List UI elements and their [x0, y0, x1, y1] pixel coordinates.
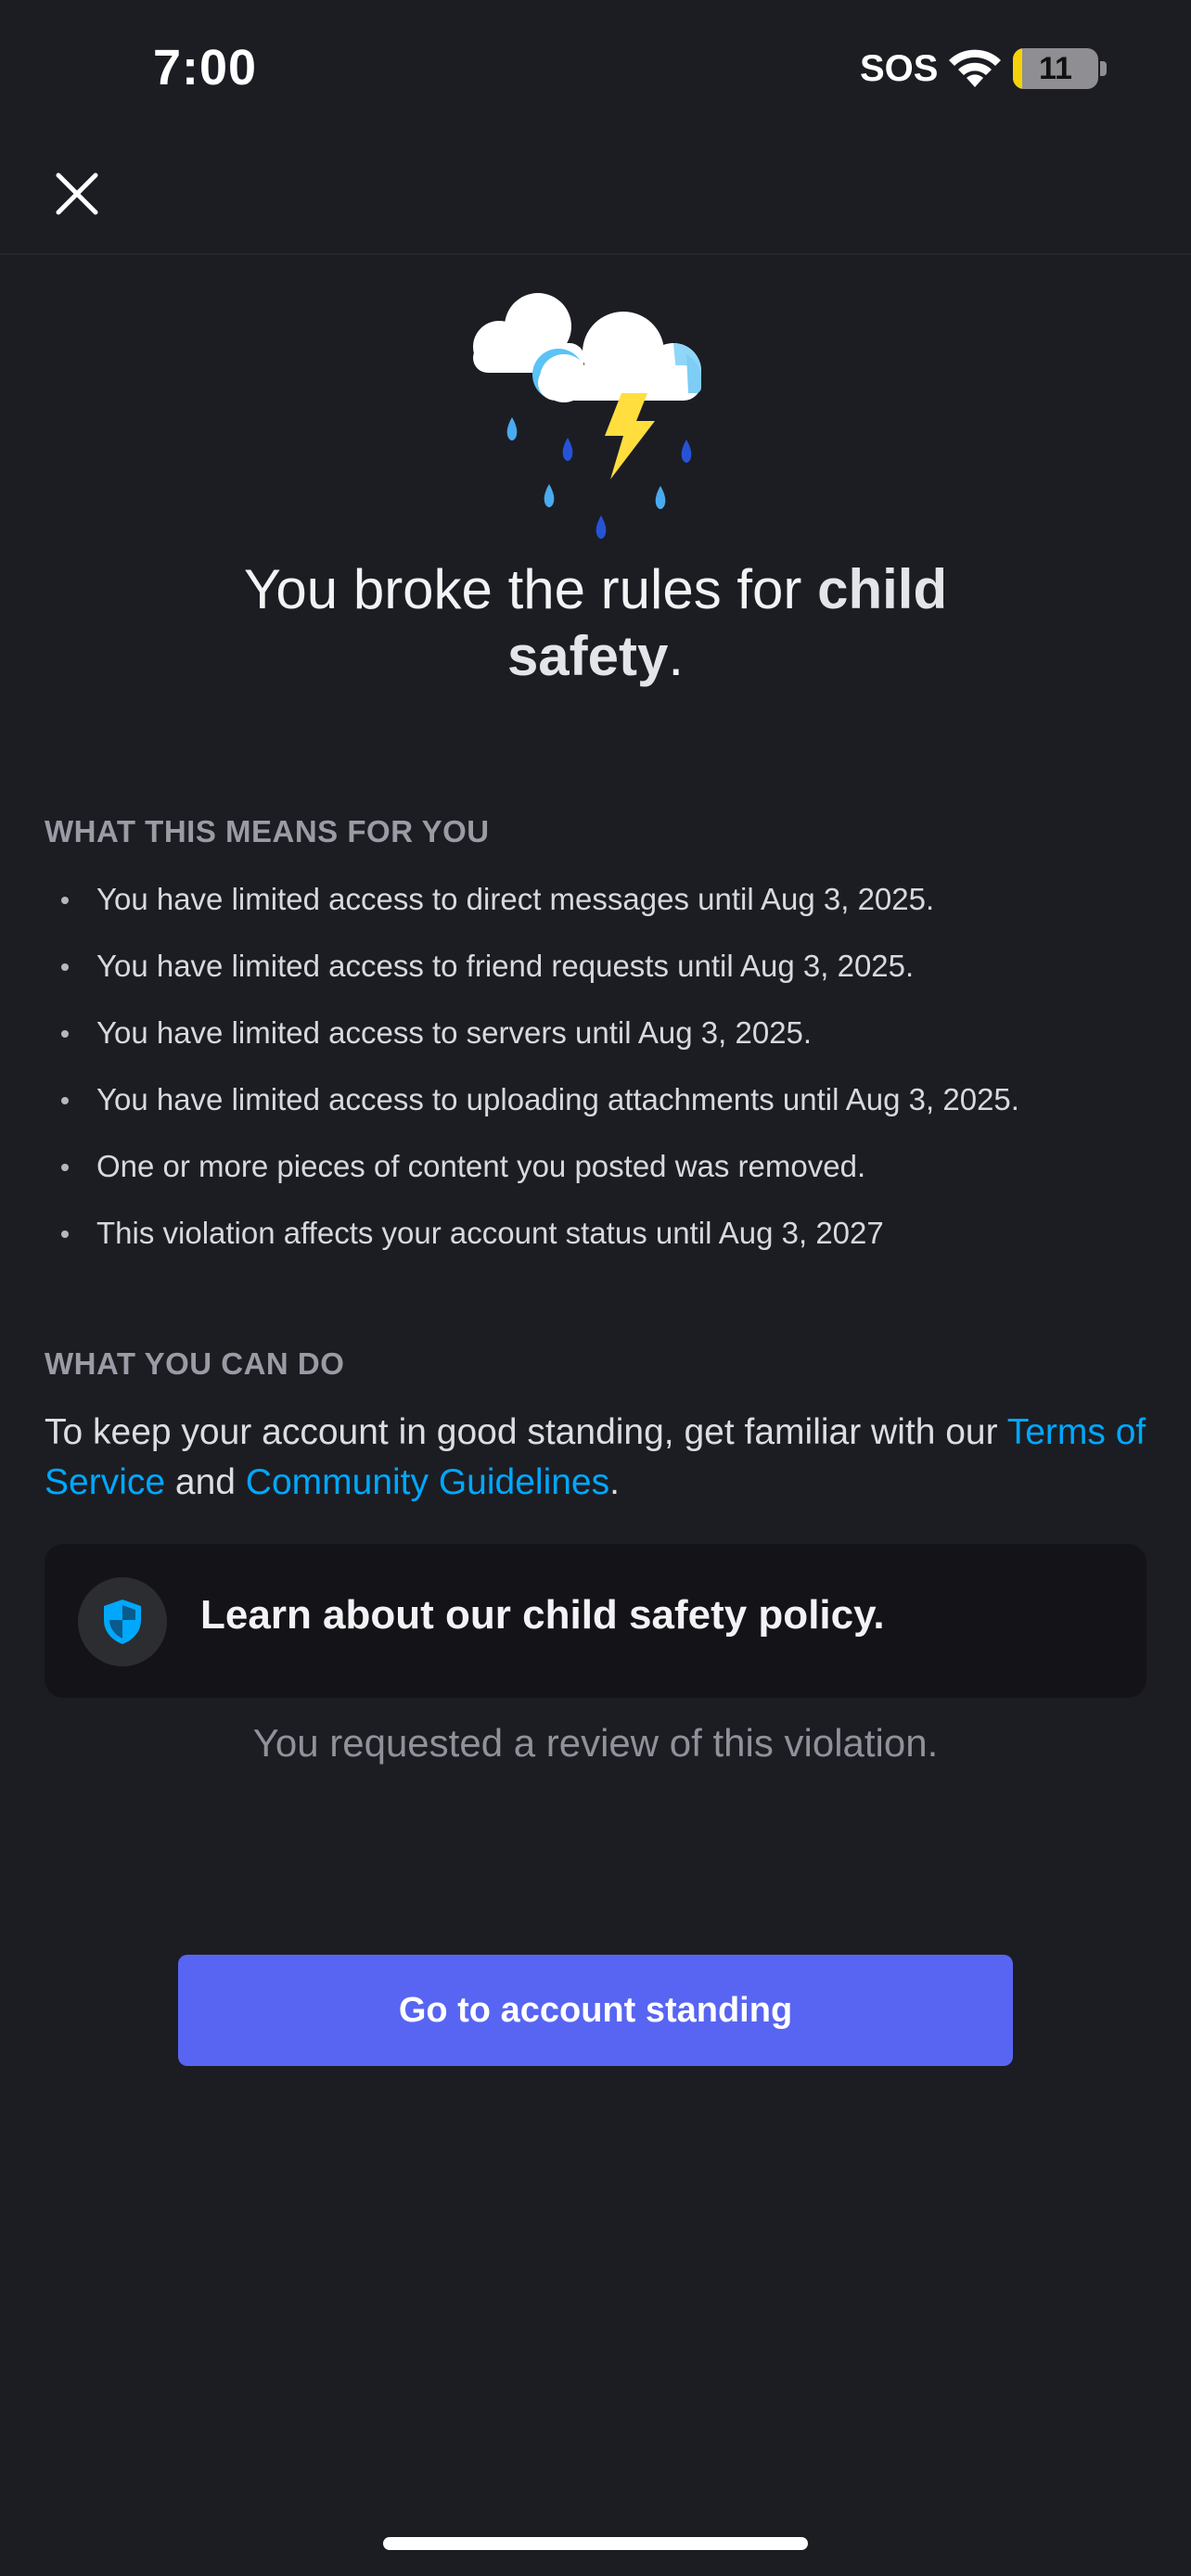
section-heading-means: WHAT THIS MEANS FOR YOU	[45, 814, 490, 848]
list-item: One or more pieces of content you posted…	[45, 1142, 1148, 1209]
list-item: This violation affects your account stat…	[45, 1209, 1148, 1276]
sos-indicator: SOS	[860, 48, 939, 89]
title-suffix: .	[668, 625, 685, 687]
battery-level: 11	[1039, 51, 1072, 86]
close-icon	[56, 172, 98, 215]
guidance-text-middle: and	[165, 1462, 246, 1502]
community-guidelines-link[interactable]: Community Guidelines	[246, 1462, 609, 1502]
account-standing-button[interactable]: Go to account standing	[178, 1955, 1013, 2066]
storm-cloud-icon	[473, 293, 701, 539]
header-divider	[0, 253, 1191, 255]
battery-icon: 11	[1013, 48, 1098, 89]
lightning-bolt	[605, 393, 655, 479]
consequences-list: You have limited access to direct messag…	[45, 875, 1148, 1276]
battery-nub	[1100, 61, 1107, 76]
list-item: You have limited access to servers until…	[45, 1009, 1148, 1076]
title-prefix: You broke the rules for	[243, 558, 818, 620]
home-indicator[interactable]	[383, 2537, 808, 2550]
guidance-text: To keep your account in good standing, g…	[45, 1408, 1158, 1508]
shield-icon	[104, 1600, 141, 1644]
status-time: 7:00	[153, 40, 258, 96]
page-title: You broke the rules for child safety.	[186, 556, 1005, 690]
rain-drops	[506, 417, 692, 539]
policy-card-label: Learn about our child safety policy.	[200, 1592, 885, 1638]
review-status-text: You requested a review of this violation…	[252, 1721, 939, 1765]
list-item: You have limited access to uploading att…	[45, 1076, 1148, 1142]
policy-icon-badge	[78, 1577, 167, 1666]
list-item: You have limited access to friend reques…	[45, 942, 1148, 1009]
close-button[interactable]	[43, 159, 111, 228]
list-item: You have limited access to direct messag…	[45, 875, 1148, 942]
child-safety-policy-card[interactable]: Learn about our child safety policy.	[45, 1544, 1146, 1698]
wifi-icon	[949, 49, 1001, 87]
guidance-text-start: To keep your account in good standing, g…	[45, 1412, 1007, 1452]
guidance-text-end: .	[609, 1462, 620, 1502]
status-bar: 7:00 SOS 11	[0, 0, 1191, 139]
section-heading-can-do: WHAT YOU CAN DO	[45, 1346, 345, 1381]
